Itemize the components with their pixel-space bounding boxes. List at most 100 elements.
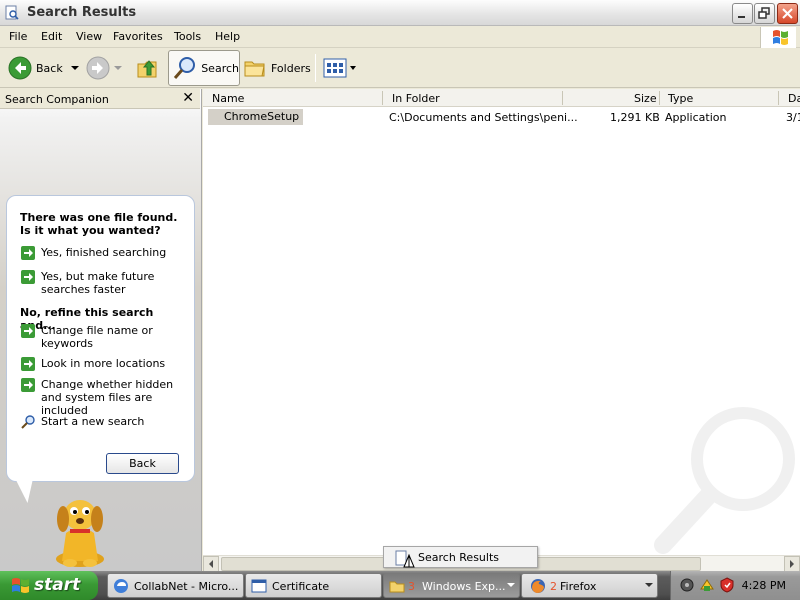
menu-file[interactable]: File [9, 30, 27, 43]
windows-logo [760, 27, 796, 48]
menu-view[interactable]: View [76, 30, 102, 43]
popup-label: Search Results [418, 551, 500, 564]
cell-type: Application [665, 111, 727, 124]
task-collabnet[interactable]: CollabNet - Micro... [107, 573, 244, 598]
column-header: Name In Folder Size Type Da [203, 89, 800, 107]
column-type[interactable]: Type [668, 92, 693, 105]
result-question: There was one file found. Is it what you… [20, 211, 178, 237]
task-count-badge: 3 [408, 580, 415, 593]
views-dropdown-icon[interactable] [348, 63, 358, 73]
bubble-tail [16, 481, 36, 503]
firefox-icon [531, 579, 545, 593]
green-arrow-icon [21, 324, 35, 338]
task-windows-explorer[interactable]: 3 Windows Exp... [383, 573, 520, 598]
option-new-search[interactable]: Start a new search [21, 415, 191, 429]
cell-folder: C:\Documents and Settings\peni... [389, 111, 578, 124]
taskbar: start CollabNet - Micro... Certificate 3… [0, 571, 800, 600]
column-divider[interactable] [659, 91, 660, 105]
folders-button[interactable]: Folders [243, 50, 311, 86]
toolbar: Back Search Folders [0, 48, 800, 88]
column-size[interactable]: Size [634, 92, 657, 105]
up-folder-button[interactable] [135, 50, 161, 86]
task-firefox[interactable]: 2 Firefox [521, 573, 658, 598]
back-label: Back [36, 61, 63, 75]
back-arrow-icon [8, 56, 32, 80]
folders-label: Folders [271, 61, 311, 75]
window-title: Search Results [27, 5, 137, 20]
start-label: start [34, 575, 81, 595]
folder-icon [389, 581, 405, 593]
watermark-magnifier-icon [654, 407, 795, 554]
option-label: Change whether hidden and system files a… [41, 378, 174, 417]
scroll-right-icon [790, 560, 794, 568]
results-list: Name In Folder Size Type Da ChromeSetup … [203, 89, 800, 555]
task-group-arrow-icon [645, 583, 653, 587]
forward-dropdown-icon[interactable] [112, 63, 124, 73]
restore-icon [758, 7, 770, 19]
option-label: Change file name or keywords [41, 324, 153, 350]
option-label: Look in more locations [41, 357, 166, 370]
option-change-name[interactable]: Change file name or keywords [21, 324, 191, 350]
search-companion-title: Search Companion [5, 93, 109, 106]
column-divider[interactable] [778, 91, 779, 105]
search-icon [173, 57, 195, 79]
option-more-locations[interactable]: Look in more locations [21, 357, 191, 371]
menu-edit[interactable]: Edit [41, 30, 62, 43]
back-dropdown-icon[interactable] [67, 63, 83, 73]
close-button[interactable] [777, 3, 798, 24]
start-button[interactable]: start [0, 571, 98, 600]
toolbar-separator [315, 54, 316, 82]
column-divider[interactable] [562, 91, 563, 105]
column-date[interactable]: Da [788, 92, 800, 105]
search-button[interactable]: Search [168, 50, 240, 86]
table-row[interactable]: ChromeSetup C:\Documents and Settings\pe… [203, 108, 800, 126]
scroll-right-button[interactable] [784, 556, 800, 571]
network-icon[interactable] [679, 577, 695, 593]
views-button[interactable] [323, 50, 358, 86]
column-name[interactable]: Name [212, 92, 244, 105]
task-label: CollabNet - Micro... [134, 580, 239, 593]
search-results-popup-icon [395, 550, 415, 568]
column-in-folder[interactable]: In Folder [392, 92, 440, 105]
close-companion-icon[interactable]: ✕ [182, 90, 194, 106]
security-shield-icon[interactable] [719, 577, 735, 593]
menu-bar: File Edit View Favorites Tools Help [0, 26, 800, 48]
windows-flag-icon [773, 30, 788, 45]
menu-help[interactable]: Help [215, 30, 240, 43]
back-button[interactable]: Back [8, 50, 83, 86]
option-finished-searching[interactable]: Yes, finished searching [21, 246, 191, 260]
search-results-window-icon [5, 5, 19, 20]
cell-date: 3/1 [786, 111, 800, 124]
menu-favorites[interactable]: Favorites [113, 30, 163, 43]
magnifier-icon [21, 415, 35, 429]
taskbar-popup[interactable]: Search Results [383, 546, 538, 568]
views-icon [323, 58, 347, 78]
task-count-badge: 2 [550, 580, 557, 593]
option-faster-searches[interactable]: Yes, but make future searches faster [21, 270, 191, 296]
scroll-left-button[interactable] [203, 556, 219, 571]
column-divider[interactable] [382, 91, 383, 105]
folders-icon [244, 61, 265, 77]
system-tray: 4:28 PM [670, 571, 800, 600]
menu-tools[interactable]: Tools [174, 30, 201, 43]
forward-arrow-icon [86, 56, 110, 80]
task-group-arrow-icon [507, 583, 515, 587]
minimize-button[interactable] [732, 3, 753, 24]
task-label: Windows Exp... [422, 580, 506, 593]
update-icon[interactable] [699, 577, 715, 593]
companion-bubble: There was one file found. Is it what you… [6, 195, 195, 482]
search-companion-header: Search Companion ✕ [0, 89, 200, 109]
title-bar[interactable]: Search Results [0, 0, 800, 26]
green-arrow-icon [21, 246, 35, 260]
green-arrow-icon [21, 270, 35, 284]
cell-name[interactable]: ChromeSetup [208, 109, 304, 125]
task-certificate[interactable]: Certificate [245, 573, 382, 598]
restore-button[interactable] [754, 3, 775, 24]
companion-back-button[interactable]: Back [106, 453, 179, 474]
forward-button[interactable] [86, 50, 124, 86]
clock[interactable]: 4:28 PM [742, 579, 786, 592]
green-arrow-icon [21, 378, 35, 392]
option-hidden-files[interactable]: Change whether hidden and system files a… [21, 378, 191, 417]
option-label: Start a new search [41, 415, 145, 428]
option-label: Yes, but make future searches faster [41, 270, 155, 296]
